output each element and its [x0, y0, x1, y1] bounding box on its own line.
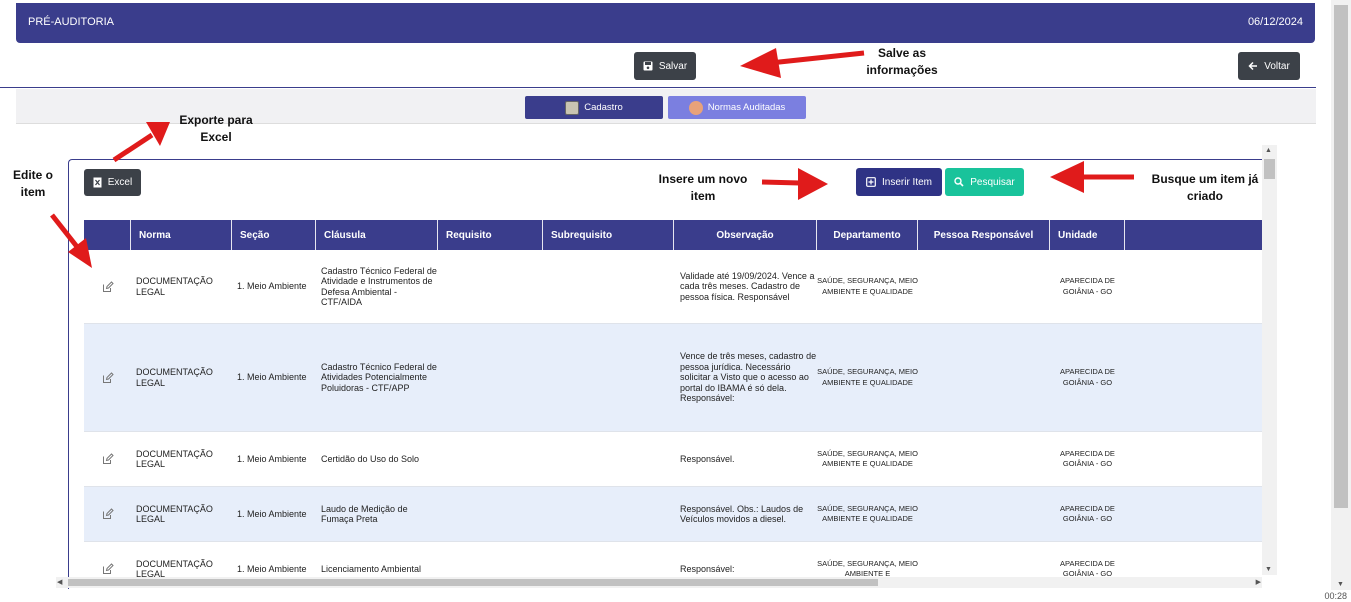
arrow-to-edit-icon: [50, 213, 92, 268]
arrow-to-excel-icon: [112, 122, 170, 163]
annotation-arrows: [50, 48, 1134, 268]
arrow-to-search-icon: [1050, 161, 1134, 193]
arrow-to-insert-icon: [761, 168, 828, 200]
arrow-to-save-icon: [740, 48, 865, 78]
